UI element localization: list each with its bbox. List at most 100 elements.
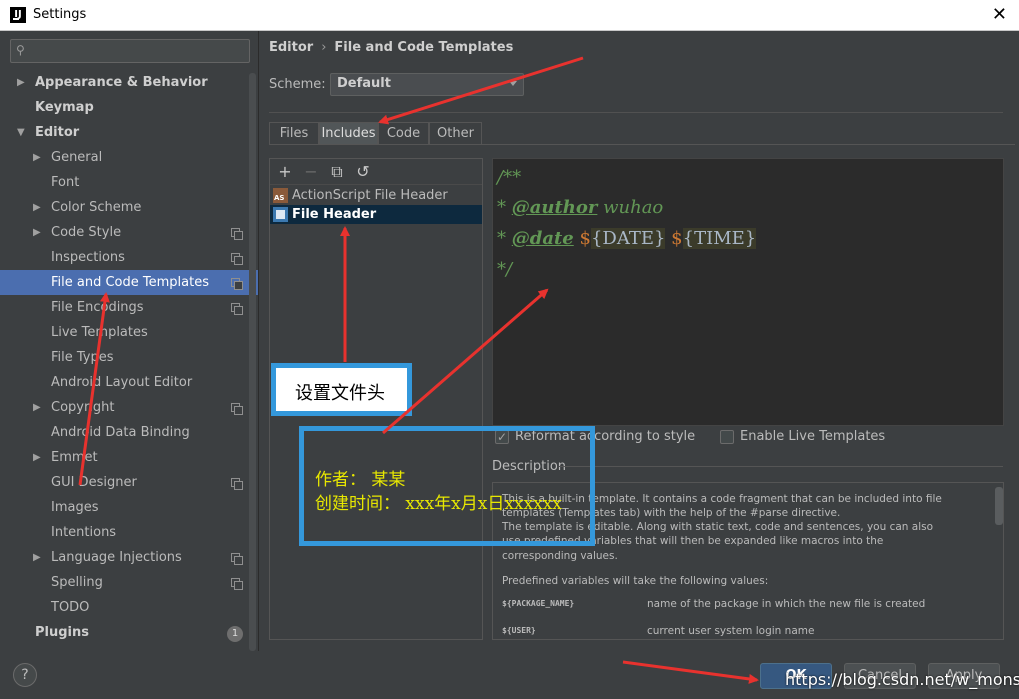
- sidebar-item-label: Intentions: [51, 525, 117, 540]
- file-header-icon: [273, 207, 288, 222]
- sidebar-item-label: Emmet: [51, 450, 98, 465]
- annotation-text: 设置文件头: [295, 383, 385, 404]
- sidebar-item-font[interactable]: Font: [0, 170, 248, 195]
- code-date-variable: {DATE}: [590, 228, 666, 249]
- help-button[interactable]: ?: [13, 663, 37, 687]
- sidebar-item-color-scheme[interactable]: ▶ Color Scheme: [0, 195, 248, 220]
- sidebar-item-keymap[interactable]: Keymap: [0, 95, 248, 120]
- sidebar-item-intentions[interactable]: Intentions: [0, 520, 248, 545]
- list-separator: [270, 184, 482, 185]
- sidebar-item-todo[interactable]: TODO: [0, 595, 248, 620]
- sidebar-item-label: Android Layout Editor: [51, 375, 193, 390]
- search-input[interactable]: ⚲: [10, 39, 250, 63]
- sidebar-item-label: Android Data Binding: [51, 425, 190, 440]
- project-scope-icon: [231, 228, 243, 240]
- sidebar-item-label: Color Scheme: [51, 200, 142, 215]
- sidebar-item-android-data-binding[interactable]: Android Data Binding: [0, 420, 248, 445]
- code-star: *: [497, 197, 512, 218]
- code-line-3: * @date ${DATE} ${TIME}: [497, 228, 757, 249]
- breadcrumb-current: File and Code Templates: [334, 40, 514, 55]
- project-scope-icon: [231, 578, 243, 590]
- sidebar-item-file-encodings[interactable]: File Encodings: [0, 295, 248, 320]
- sidebar-item-copyright[interactable]: ▶ Copyright: [0, 395, 248, 420]
- sidebar-item-android-layout-editor[interactable]: Android Layout Editor: [0, 370, 248, 395]
- sidebar-item-label: TODO: [51, 600, 90, 615]
- sidebar-item-label: File and Code Templates: [51, 275, 209, 290]
- sidebar-item-editor[interactable]: ▼ Editor: [0, 120, 248, 145]
- sidebar-item-file-and-code-templates[interactable]: File and Code Templates: [0, 270, 258, 295]
- sidebar-item-label: Keymap: [35, 100, 94, 115]
- project-scope-icon: [231, 403, 243, 415]
- sidebar-scrollbar[interactable]: [249, 73, 256, 651]
- sidebar-item-emmet[interactable]: ▶ Emmet: [0, 445, 248, 470]
- template-row-file-header[interactable]: File Header: [270, 205, 482, 224]
- sidebar-item-language-injections[interactable]: ▶ Language Injections: [0, 545, 248, 570]
- project-scope-icon: [231, 278, 243, 290]
- watermark: https://blog.csdn.net/w_monster: [785, 670, 1019, 689]
- sidebar-item-label: File Encodings: [51, 300, 144, 315]
- sidebar-item-label: GUI Designer: [51, 475, 137, 490]
- search-icon: ⚲: [16, 43, 25, 57]
- add-icon[interactable]: +: [276, 163, 294, 181]
- code-date-tag: @date: [511, 228, 574, 249]
- breadcrumb-parent: Editor: [269, 40, 314, 55]
- project-scope-icon: [231, 303, 243, 315]
- sidebar-item-inspections[interactable]: Inspections: [0, 245, 248, 270]
- tabs-divider: [269, 144, 1015, 145]
- sidebar-item-label: General: [51, 150, 103, 165]
- intellij-app-icon: IJ: [10, 7, 26, 23]
- remove-icon[interactable]: −: [302, 163, 320, 181]
- chevron-right-icon[interactable]: ▶: [33, 395, 41, 420]
- description-line: corresponding values.: [502, 550, 618, 562]
- sidebar-item-spelling[interactable]: Spelling: [0, 570, 248, 595]
- sidebar-item-plugins[interactable]: Plugins 1: [0, 620, 248, 645]
- close-icon[interactable]: ✕: [992, 4, 1007, 25]
- sidebar-item-appearance-behavior[interactable]: ▶ Appearance & Behavior: [0, 70, 248, 95]
- sidebar-item-general[interactable]: ▶ General: [0, 145, 248, 170]
- live-templates-checkbox[interactable]: [720, 430, 734, 444]
- code-comment-open: /**: [497, 167, 522, 188]
- chevron-down-icon[interactable]: ▼: [17, 120, 25, 145]
- template-editor[interactable]: /** * @author wuhao * @date ${DATE} ${TI…: [492, 158, 1004, 426]
- code-comment-close: */: [497, 259, 513, 280]
- breadcrumb-separator: ›: [321, 40, 327, 55]
- annotation-box-file-header: 设置文件头: [271, 363, 412, 416]
- tab-other[interactable]: Other: [429, 122, 482, 145]
- copy-icon[interactable]: ⧉: [328, 163, 346, 181]
- variable-description: current user system login name: [647, 625, 815, 637]
- scheme-dropdown[interactable]: Default: [330, 73, 524, 96]
- chevron-right-icon[interactable]: ▶: [33, 145, 41, 170]
- template-label: ActionScript File Header: [292, 188, 448, 203]
- chevron-right-icon[interactable]: ▶: [17, 70, 25, 95]
- chevron-right-icon[interactable]: ▶: [33, 220, 41, 245]
- description-variables-intro: Predefined variables will take the follo…: [502, 575, 769, 587]
- chevron-right-icon[interactable]: ▶: [33, 195, 41, 220]
- breadcrumb: Editor › File and Code Templates: [269, 40, 513, 55]
- code-line-1: /**: [497, 167, 521, 188]
- sidebar-item-gui-designer[interactable]: GUI Designer: [0, 470, 248, 495]
- sidebar-item-live-templates[interactable]: Live Templates: [0, 320, 248, 345]
- sidebar-item-label: Code Style: [51, 225, 122, 240]
- tab-files[interactable]: Files: [269, 122, 319, 145]
- description-scrollbar[interactable]: [995, 487, 1003, 525]
- sidebar-item-label: Live Templates: [51, 325, 148, 340]
- actionscript-file-icon: [273, 188, 288, 203]
- code-star: *: [497, 228, 512, 249]
- live-templates-label: Enable Live Templates: [740, 429, 886, 444]
- chevron-right-icon[interactable]: ▶: [33, 545, 41, 570]
- reset-icon[interactable]: ↺: [354, 163, 372, 181]
- code-line-4: */: [497, 259, 512, 280]
- sidebar-item-label: Inspections: [51, 250, 125, 265]
- annotation-text: 作者： 某某: [315, 470, 406, 490]
- tab-code[interactable]: Code: [378, 122, 429, 145]
- chevron-down-icon: [509, 81, 517, 86]
- tab-includes[interactable]: Includes: [319, 122, 378, 145]
- annotation-box-example: 作者： 某某 创建时间： xxx年x月x日xxxxxx: [299, 426, 595, 546]
- scheme-value: Default: [337, 76, 391, 91]
- sidebar-item-images[interactable]: Images: [0, 495, 248, 520]
- sidebar-item-code-style[interactable]: ▶ Code Style: [0, 220, 248, 245]
- sidebar-item-file-types[interactable]: File Types: [0, 345, 248, 370]
- chevron-right-icon[interactable]: ▶: [33, 445, 41, 470]
- variable-name: ${PACKAGE_NAME}: [502, 599, 575, 608]
- template-row-actionscript[interactable]: ActionScript File Header: [270, 186, 482, 205]
